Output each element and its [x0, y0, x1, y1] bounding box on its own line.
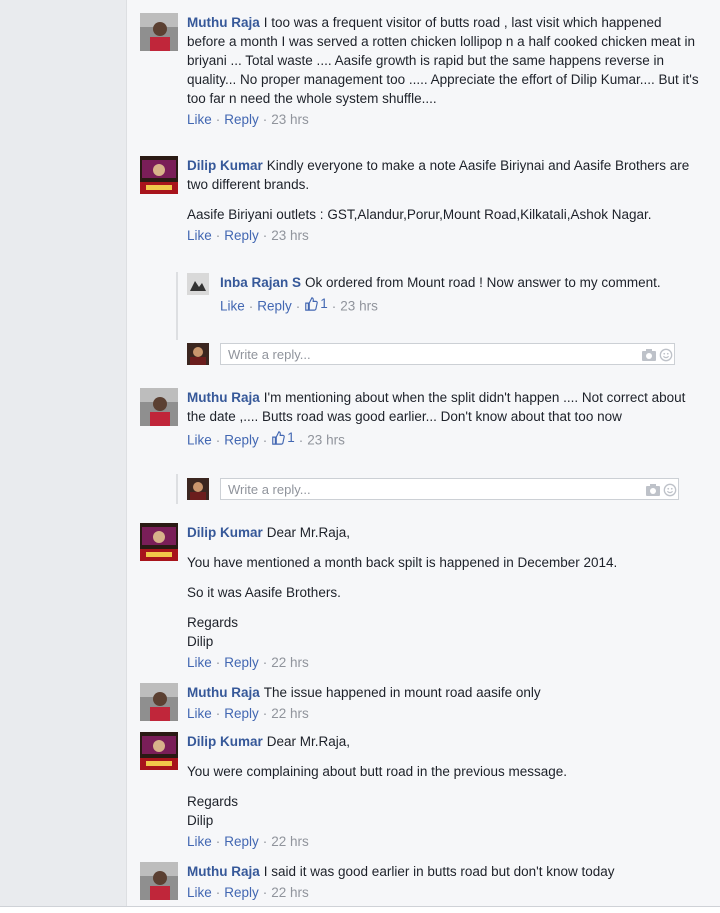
- comment-item: Muthu Raja I said it was good earlier in …: [140, 862, 700, 902]
- thumbs-up-icon: [272, 430, 286, 445]
- comment-actions: Like · Reply · 23 hrs: [187, 112, 309, 127]
- comment-text: So it was Aasife Brothers.: [187, 585, 341, 600]
- comment-timestamp[interactable]: 22 hrs: [271, 655, 309, 670]
- comment-text: You have mentioned a month back spilt is…: [187, 555, 618, 570]
- reply-composer: Write a reply...: [187, 478, 679, 501]
- comment-text: Aasife Biriyani outlets : GST,Alandur,Po…: [187, 207, 652, 222]
- comment-text: Dilip: [187, 634, 214, 649]
- reply-link[interactable]: Reply: [257, 299, 292, 314]
- comment-text: Dilip: [187, 813, 214, 828]
- thread-line: [176, 474, 178, 504]
- comment-item: Dilip Kumar Kindly everyone to make a not…: [140, 156, 700, 245]
- comment-text: I too was a frequent visitor of butts ro…: [187, 15, 699, 106]
- camera-icon[interactable]: [645, 483, 661, 497]
- comment-timestamp[interactable]: 22 hrs: [271, 885, 309, 900]
- comment-author[interactable]: Muthu Raja: [187, 685, 260, 700]
- avatar[interactable]: [140, 862, 178, 900]
- comment-item: Muthu Raja I'm mentioning about when the …: [140, 388, 700, 450]
- comment-actions: Like · Reply · 22 hrs: [187, 885, 309, 900]
- reply-link[interactable]: Reply: [224, 706, 259, 721]
- like-link[interactable]: Like: [187, 834, 212, 849]
- comment-item: Dilip Kumar Dear Mr.Raja, You were compla…: [140, 732, 700, 851]
- comment-text: The issue happened in mount road aasife …: [263, 685, 541, 700]
- reply-link[interactable]: Reply: [224, 433, 259, 448]
- comment-timestamp[interactable]: 22 hrs: [271, 834, 309, 849]
- thread-line: [176, 272, 178, 340]
- reply-link[interactable]: Reply: [224, 228, 259, 243]
- comment-text: I said it was good earlier in butts road…: [263, 864, 615, 879]
- reply-composer: Write a reply...: [187, 343, 675, 366]
- comment-timestamp[interactable]: 23 hrs: [271, 228, 309, 243]
- avatar[interactable]: [187, 273, 209, 295]
- emoji-icon[interactable]: [658, 348, 674, 362]
- avatar: [187, 343, 209, 365]
- camera-icon[interactable]: [641, 348, 657, 362]
- comment-actions: Like · Reply · 22 hrs: [187, 834, 309, 849]
- reply-link[interactable]: Reply: [224, 885, 259, 900]
- comment-author[interactable]: Dilip Kumar: [187, 158, 263, 173]
- like-count[interactable]: 1: [271, 428, 295, 447]
- comment-author[interactable]: Dilip Kumar: [187, 525, 263, 540]
- comment-text: Dear Mr.Raja,: [266, 734, 351, 749]
- reply-link[interactable]: Reply: [224, 834, 259, 849]
- avatar[interactable]: [140, 732, 178, 770]
- comment-timestamp[interactable]: 22 hrs: [271, 706, 309, 721]
- reply-link[interactable]: Reply: [224, 112, 259, 127]
- thumbs-up-icon: [305, 296, 319, 311]
- comment-text: I'm mentioning about when the split didn…: [187, 390, 686, 424]
- avatar: [187, 478, 209, 500]
- comment-author[interactable]: Muthu Raja: [187, 390, 260, 405]
- like-link[interactable]: Like: [187, 655, 212, 670]
- comment-author[interactable]: Dilip Kumar: [187, 734, 263, 749]
- comment-text: Dear Mr.Raja,: [266, 525, 351, 540]
- comment-timestamp[interactable]: 23 hrs: [340, 299, 378, 314]
- comment-text: You were complaining about butt road in …: [187, 764, 567, 779]
- comment-item: Muthu Raja I too was a frequent visitor o…: [140, 13, 700, 129]
- like-link[interactable]: Like: [187, 112, 212, 127]
- like-link[interactable]: Like: [187, 433, 212, 448]
- comment-item: Dilip Kumar Dear Mr.Raja, You have mentio…: [140, 523, 700, 672]
- comment-text: Ok ordered from Mount road ! Now answer …: [305, 275, 661, 290]
- comment-author[interactable]: Inba Rajan S: [220, 275, 301, 290]
- comment-text: Regards: [187, 794, 239, 809]
- reply-input[interactable]: Write a reply...: [220, 343, 675, 365]
- comment-timestamp[interactable]: 23 hrs: [307, 433, 345, 448]
- comment-actions: Like · Reply · 1 · 23 hrs: [187, 428, 345, 448]
- reply-link[interactable]: Reply: [224, 655, 259, 670]
- avatar[interactable]: [140, 388, 178, 426]
- comment-author[interactable]: Muthu Raja: [187, 15, 260, 30]
- like-link[interactable]: Like: [187, 706, 212, 721]
- avatar[interactable]: [140, 156, 178, 194]
- reply-item: Inba Rajan S Ok ordered from Mount road !…: [187, 273, 687, 316]
- avatar[interactable]: [140, 683, 178, 721]
- comment-actions: Like · Reply · 22 hrs: [187, 706, 309, 721]
- like-link[interactable]: Like: [220, 299, 245, 314]
- comment-actions: Like · Reply · 1 · 23 hrs: [220, 294, 378, 314]
- comment-actions: Like · Reply · 23 hrs: [187, 228, 309, 243]
- comment-actions: Like · Reply · 22 hrs: [187, 655, 309, 670]
- comment-timestamp[interactable]: 23 hrs: [271, 112, 309, 127]
- like-count[interactable]: 1: [304, 294, 328, 313]
- comment-author[interactable]: Muthu Raja: [187, 864, 260, 879]
- reply-input[interactable]: Write a reply...: [220, 478, 679, 500]
- emoji-icon[interactable]: [662, 483, 678, 497]
- comment-text: Regards: [187, 615, 239, 630]
- avatar[interactable]: [140, 523, 178, 561]
- avatar[interactable]: [140, 13, 178, 51]
- like-link[interactable]: Like: [187, 885, 212, 900]
- comment-item: Muthu Raja The issue happened in mount ro…: [140, 683, 700, 723]
- like-link[interactable]: Like: [187, 228, 212, 243]
